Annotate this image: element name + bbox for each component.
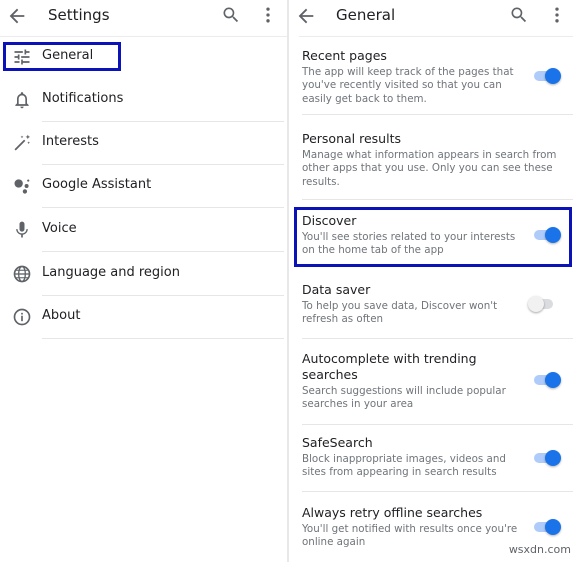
settings-item-label: Interests (42, 134, 99, 149)
setting-personal-results[interactable]: Personal results Manage what information… (289, 115, 581, 200)
row-divider (42, 251, 284, 252)
setting-title: Autocomplete with trending searches (302, 351, 477, 382)
setting-description: Block inappropriate images, videos and s… (302, 453, 506, 479)
setting-description: To help you save data, Discover won't re… (302, 300, 498, 326)
settings-item-label: Voice (42, 221, 77, 236)
google-assistant-icon (14, 179, 30, 194)
highlight-box-general (3, 42, 121, 71)
settings-item-label: About (42, 308, 81, 323)
setting-description: The app will keep track of the pages tha… (302, 66, 514, 105)
back-arrow-icon[interactable] (6, 5, 28, 27)
settings-item-about[interactable]: About (0, 296, 287, 339)
settings-item-google-assistant[interactable]: Google Assistant (0, 165, 287, 208)
more-vert-icon[interactable] (258, 5, 278, 25)
page-title: Settings (48, 6, 110, 24)
settings-item-notifications[interactable]: Notifications (0, 79, 287, 122)
settings-item-label: Language and region (42, 265, 180, 280)
more-vert-icon[interactable] (547, 5, 567, 25)
setting-recent-pages[interactable]: Recent pages The app will keep track of … (289, 37, 581, 115)
autocomplete-toggle[interactable] (534, 372, 561, 388)
setting-title: Recent pages (302, 48, 387, 63)
setting-autocomplete-trending[interactable]: Autocomplete with trending searches Sear… (289, 339, 581, 425)
safesearch-toggle[interactable] (534, 450, 561, 466)
info-icon (13, 308, 31, 326)
highlight-box-discover (294, 207, 572, 267)
settings-item-interests[interactable]: Interests (0, 122, 287, 165)
setting-title: Always retry offline searches (302, 505, 483, 520)
setting-title: Data saver (302, 282, 371, 297)
settings-item-language-and-region[interactable]: Language and region (0, 253, 287, 296)
row-divider (42, 207, 284, 208)
general-app-bar: General (289, 0, 581, 34)
recent-pages-toggle[interactable] (534, 68, 561, 84)
setting-data-saver[interactable]: Data saver To help you save data, Discov… (289, 273, 581, 339)
settings-app-bar: Settings (0, 0, 287, 34)
page-title: General (336, 6, 396, 24)
setting-description: You'll get notified with results once yo… (302, 523, 518, 549)
general-settings-panel: General Recent pages The app will keep t… (289, 0, 581, 562)
globe-icon (13, 265, 31, 283)
settings-item-label: Notifications (42, 91, 124, 106)
microphone-icon (16, 221, 28, 238)
magic-wand-icon (14, 134, 31, 151)
setting-title: Personal results (302, 131, 401, 146)
settings-item-label: Google Assistant (42, 177, 152, 192)
back-arrow-icon[interactable] (295, 5, 317, 27)
retry-offline-toggle[interactable] (534, 519, 561, 535)
setting-safesearch[interactable]: SafeSearch Block inappropriate images, v… (289, 425, 581, 492)
settings-panel: Settings General Notifications Interests (0, 0, 287, 562)
watermark: wsxdn.com (508, 543, 571, 556)
row-divider (42, 338, 284, 339)
setting-description: Search suggestions will include popular … (302, 385, 506, 411)
search-icon[interactable] (509, 5, 529, 25)
settings-item-voice[interactable]: Voice (0, 209, 287, 252)
search-icon[interactable] (221, 5, 241, 25)
setting-title: SafeSearch (302, 435, 373, 450)
setting-description: Manage what information appears in searc… (302, 149, 557, 188)
bell-icon (15, 92, 29, 109)
data-saver-toggle[interactable] (528, 296, 555, 312)
